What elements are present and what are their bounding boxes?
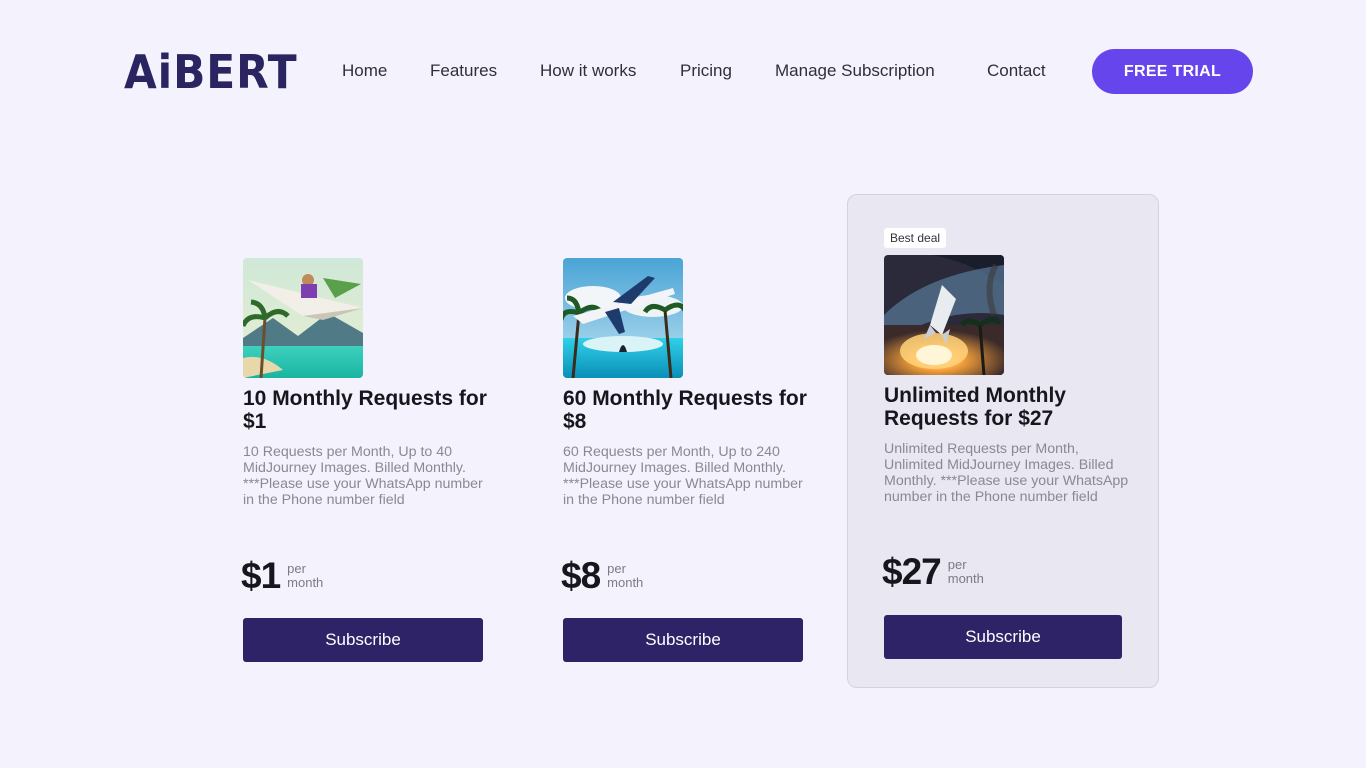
subscribe-button[interactable]: Subscribe: [563, 618, 803, 662]
airplane-island-image: [563, 258, 683, 378]
pricing-card-standard: 60 Monthly Requests for $8 60 Requests p…: [561, 258, 823, 668]
nav-item-how-it-works[interactable]: How it works: [540, 61, 636, 81]
plan-price: $8 per month: [561, 555, 644, 596]
free-trial-button[interactable]: FREE TRIAL: [1092, 49, 1253, 94]
paper-plane-beach-image: [243, 258, 363, 378]
price-period: per month: [607, 561, 644, 590]
plan-title: 60 Monthly Requests for $8: [563, 387, 807, 433]
subscribe-button[interactable]: Subscribe: [884, 615, 1122, 659]
nav-item-home[interactable]: Home: [342, 61, 387, 81]
price-amount: $8: [561, 555, 601, 596]
subscribe-button[interactable]: Subscribe: [243, 618, 483, 662]
site-header: AiBERT Home Features How it works Pricin…: [0, 0, 1366, 140]
nav-item-pricing[interactable]: Pricing: [680, 61, 732, 81]
price-period: per month: [287, 561, 324, 590]
plan-price: $1 per month: [241, 555, 324, 596]
nav-item-manage-subscription[interactable]: Manage Subscription: [775, 61, 935, 81]
pricing-card-unlimited: Best deal Unlimited Monthly Requests for…: [847, 194, 1159, 688]
price-amount: $27: [882, 551, 942, 592]
plan-price: $27 per month: [882, 551, 984, 592]
plan-title: 10 Monthly Requests for $1: [243, 387, 487, 433]
best-deal-badge: Best deal: [884, 228, 947, 248]
pricing-card-basic: 10 Monthly Requests for $1 10 Requests p…: [241, 258, 503, 668]
nav-item-features[interactable]: Features: [430, 61, 497, 81]
price-period: per month: [947, 557, 984, 586]
plan-description: Unlimited Requests per Month, Unlimited …: [884, 441, 1129, 505]
rocket-launch-image: [884, 255, 1004, 375]
plan-title: Unlimited Monthly Requests for $27: [884, 384, 1066, 430]
plan-description: 60 Requests per Month, Up to 240 MidJour…: [563, 444, 803, 508]
price-amount: $1: [241, 555, 281, 596]
nav-item-contact[interactable]: Contact: [987, 61, 1046, 81]
plan-description: 10 Requests per Month, Up to 40 MidJourn…: [243, 444, 483, 508]
